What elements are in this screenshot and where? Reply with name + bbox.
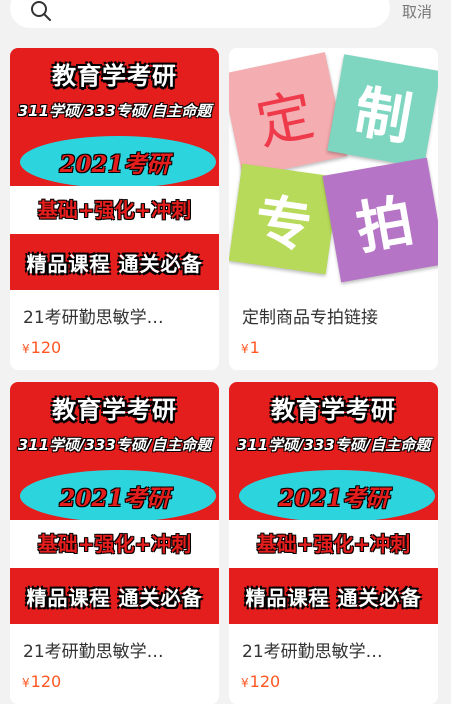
product-image[interactable]: 定 制 专 拍 xyxy=(229,48,438,290)
search-input[interactable] xyxy=(10,0,390,28)
course-poster: 教育学考研 311学硕/333专硕/自主命题 2021考研 基础+强化+冲刺 精… xyxy=(10,382,219,624)
cancel-button[interactable]: 取消 xyxy=(402,1,432,22)
course-poster: 教育学考研 311学硕/333专硕/自主命题 2021考研 基础+强化+冲刺 精… xyxy=(10,48,219,290)
poster-title: 教育学考研 xyxy=(52,395,177,424)
course-poster: 教育学考研 311学硕/333专硕/自主命题 2021考研 基础+强化+冲刺 精… xyxy=(229,382,438,624)
search-icon xyxy=(31,1,51,21)
product-card[interactable]: 教育学考研 311学硕/333专硕/自主命题 2021考研 基础+强化+冲刺 精… xyxy=(10,382,219,704)
tile-char: 拍 xyxy=(351,187,419,263)
poster-title: 教育学考研 xyxy=(271,395,396,424)
product-price: ¥120 xyxy=(22,338,61,357)
product-card[interactable]: 教育学考研 311学硕/333专硕/自主命题 2021考研 基础+强化+冲刺 精… xyxy=(10,48,219,370)
poster-year: 2021考研 xyxy=(278,485,389,512)
currency-symbol: ¥ xyxy=(241,676,249,690)
poster-title: 教育学考研 xyxy=(52,61,177,90)
poster-subtitle: 311学硕/333专硕/自主命题 xyxy=(17,102,212,120)
poster-phases: 基础+强化+冲刺 xyxy=(37,198,192,222)
poster-subtitle: 311学硕/333专硕/自主命题 xyxy=(236,436,431,454)
custom-order-poster: 定 制 专 拍 xyxy=(229,48,438,290)
product-title[interactable]: 定制商品专拍链接 xyxy=(242,303,428,328)
poster-tile: 定 xyxy=(229,52,347,178)
product-price: ¥1 xyxy=(241,338,260,357)
product-price: ¥120 xyxy=(22,672,61,691)
currency-symbol: ¥ xyxy=(241,342,249,356)
poster-phases: 基础+强化+冲刺 xyxy=(37,532,192,556)
poster-tagline: 精品课程 通关必备 xyxy=(26,252,203,276)
poster-phases: 基础+强化+冲刺 xyxy=(256,532,411,556)
currency-symbol: ¥ xyxy=(22,676,30,690)
product-image[interactable]: 教育学考研 311学硕/333专硕/自主命题 2021考研 基础+强化+冲刺 精… xyxy=(10,382,219,624)
product-title[interactable]: 21考研勤思敏学… xyxy=(23,637,209,662)
poster-tile: 拍 xyxy=(322,157,438,283)
poster-tagline: 精品课程 通关必备 xyxy=(245,586,422,610)
poster-year: 2021考研 xyxy=(59,485,170,512)
poster-tile: 制 xyxy=(327,54,438,168)
currency-symbol: ¥ xyxy=(22,342,30,356)
product-title[interactable]: 21考研勤思敏学… xyxy=(23,303,209,328)
product-title[interactable]: 21考研勤思敏学… xyxy=(242,637,428,662)
poster-year: 2021考研 xyxy=(59,151,170,178)
product-card[interactable]: 定 制 专 拍 定制商品专拍链接 ¥1 xyxy=(229,48,438,370)
price-value: 1 xyxy=(249,338,260,357)
tile-char: 制 xyxy=(349,78,417,154)
price-value: 120 xyxy=(30,672,62,691)
search-bar: 取消 xyxy=(0,0,451,36)
tile-char: 定 xyxy=(250,82,320,158)
price-value: 120 xyxy=(30,338,62,357)
product-card[interactable]: 教育学考研 311学硕/333专硕/自主命题 2021考研 基础+强化+冲刺 精… xyxy=(229,382,438,704)
product-image[interactable]: 教育学考研 311学硕/333专硕/自主命题 2021考研 基础+强化+冲刺 精… xyxy=(229,382,438,624)
poster-subtitle: 311学硕/333专硕/自主命题 xyxy=(17,436,212,454)
price-value: 120 xyxy=(249,672,281,691)
product-image[interactable]: 教育学考研 311学硕/333专硕/自主命题 2021考研 基础+强化+冲刺 精… xyxy=(10,48,219,290)
product-price: ¥120 xyxy=(241,672,280,691)
poster-tagline: 精品课程 通关必备 xyxy=(26,586,203,610)
tile-char: 专 xyxy=(250,187,317,261)
